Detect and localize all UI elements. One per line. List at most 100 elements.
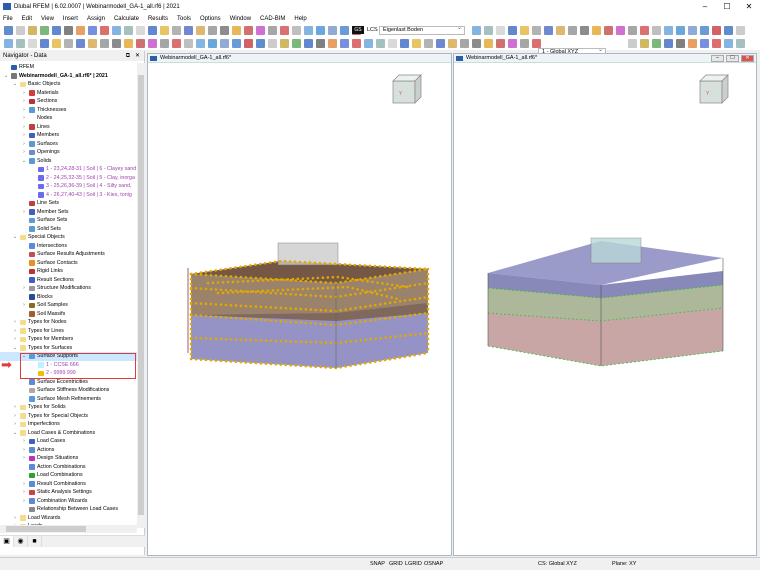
toolbar-button-icon[interactable]: [580, 26, 589, 35]
chevron-right-icon[interactable]: ›: [12, 403, 18, 412]
tree-item[interactable]: Line Sets: [0, 199, 137, 208]
toolbar-button-icon[interactable]: [76, 26, 85, 35]
menu-calculate[interactable]: Calculate: [114, 16, 139, 22]
chevron-right-icon[interactable]: ›: [21, 454, 27, 463]
chevron-down-icon[interactable]: ⌄: [12, 429, 18, 438]
toolbar-button-icon[interactable]: [64, 26, 73, 35]
toolbar-button-icon[interactable]: [712, 26, 721, 35]
menu-tools[interactable]: Tools: [177, 16, 191, 22]
chevron-right-icon[interactable]: ›: [12, 318, 18, 327]
toolbar-button-icon[interactable]: [676, 39, 685, 48]
toolbar-button-icon[interactable]: [124, 39, 133, 48]
tree-item[interactable]: Surface Sets: [0, 216, 137, 225]
toolbar-button-icon[interactable]: [652, 26, 661, 35]
toolbar-button-icon[interactable]: [532, 26, 541, 35]
toolbar-button-icon[interactable]: [340, 26, 349, 35]
toolbar-button-icon[interactable]: [544, 26, 553, 35]
display-tab-icon[interactable]: ◉: [14, 536, 28, 547]
toolbar-button-icon[interactable]: [520, 39, 529, 48]
toolbar-button-icon[interactable]: [616, 26, 625, 35]
tree-item[interactable]: Rigid Links: [0, 267, 137, 276]
toolbar-button-icon[interactable]: [736, 26, 745, 35]
chevron-down-icon[interactable]: ⌄: [12, 344, 18, 353]
toolbar-button-icon[interactable]: [148, 26, 157, 35]
tree-item[interactable]: ⌄ Special Objects: [0, 233, 137, 242]
chevron-right-icon[interactable]: ›: [21, 131, 27, 140]
grid-toggle[interactable]: GRID: [389, 561, 403, 567]
tree-item[interactable]: › Types for Lines: [0, 327, 137, 336]
tree-item[interactable]: Blocks: [0, 293, 137, 302]
tree-item[interactable]: ⌄ Solids: [0, 157, 137, 166]
close-view-button[interactable]: ✕: [741, 55, 754, 62]
toolbar-button-icon[interactable]: [496, 26, 505, 35]
toolbar-button-icon[interactable]: [400, 39, 409, 48]
chevron-right-icon[interactable]: ›: [21, 446, 27, 455]
toolbar-button-icon[interactable]: [88, 39, 97, 48]
chevron-right-icon[interactable]: ›: [12, 335, 18, 344]
gs-button[interactable]: GS: [352, 26, 364, 34]
views-tab-icon[interactable]: ■: [28, 536, 42, 547]
tree-item[interactable]: › Sections: [0, 97, 137, 106]
tree-item[interactable]: › Actions: [0, 446, 137, 455]
tree-item[interactable]: 3 - 25,26,36-39 | Soil | 4 - Silty sand,: [0, 182, 137, 191]
toolbar-button-icon[interactable]: [700, 26, 709, 35]
data-tab-icon[interactable]: ▣: [0, 536, 14, 547]
snap-toggle[interactable]: SNAP: [370, 561, 385, 567]
tree-item[interactable]: › Surfaces: [0, 140, 137, 149]
menu-edit[interactable]: Edit: [22, 16, 32, 22]
toolbar-button-icon[interactable]: [268, 26, 277, 35]
tree-item[interactable]: › Members: [0, 131, 137, 140]
toolbar-button-icon[interactable]: [484, 26, 493, 35]
toolbar-button-icon[interactable]: [496, 39, 505, 48]
tree-item[interactable]: RFEM: [0, 63, 137, 72]
tree-item[interactable]: › Load Cases: [0, 437, 137, 446]
toolbar-button-icon[interactable]: [172, 39, 181, 48]
toolbar-button-icon[interactable]: [316, 26, 325, 35]
toolbar-button-icon[interactable]: [460, 39, 469, 48]
chevron-right-icon[interactable]: ›: [21, 284, 27, 293]
view-cube-icon[interactable]: Y: [392, 74, 422, 104]
toolbar-button-icon[interactable]: [520, 26, 529, 35]
toolbar-button-icon[interactable]: [184, 39, 193, 48]
toolbar-button-icon[interactable]: [328, 26, 337, 35]
tree-item[interactable]: 2 - 24,25,32-35 | Soil | 5 - Clay, inorg…: [0, 174, 137, 183]
menu-window[interactable]: Window: [230, 16, 251, 22]
tree-item[interactable]: Load Combinations: [0, 471, 137, 480]
toolbar-button-icon[interactable]: [244, 39, 253, 48]
toolbar-button-icon[interactable]: [352, 39, 361, 48]
toolbar-button-icon[interactable]: [316, 39, 325, 48]
toolbar-button-icon[interactable]: [688, 39, 697, 48]
menu-options[interactable]: Options: [200, 16, 221, 22]
menu-help[interactable]: Help: [294, 16, 306, 22]
minimize-view-button[interactable]: –: [711, 55, 724, 62]
toolbar-button-icon[interactable]: [112, 26, 121, 35]
toolbar-button-icon[interactable]: [448, 39, 457, 48]
toolbar-button-icon[interactable]: [4, 26, 13, 35]
chevron-right-icon[interactable]: ›: [21, 488, 27, 497]
tree-item[interactable]: › Types for Special Objects: [0, 412, 137, 421]
tree-item[interactable]: › Nodes: [0, 114, 137, 123]
toolbar-button-icon[interactable]: [592, 26, 601, 35]
toolbar-button-icon[interactable]: [232, 39, 241, 48]
toolbar-button-icon[interactable]: [388, 39, 397, 48]
menu-cad-bim[interactable]: CAD-BIM: [260, 16, 285, 22]
tree-item[interactable]: Soil Massifs: [0, 310, 137, 319]
toolbar-button-icon[interactable]: [604, 26, 613, 35]
toolbar-button-icon[interactable]: [124, 26, 133, 35]
tree-item[interactable]: Surface Results Adjustments: [0, 250, 137, 259]
toolbar-button-icon[interactable]: [256, 26, 265, 35]
model-3d-right[interactable]: Y: [454, 63, 756, 555]
toolbar-button-icon[interactable]: [244, 26, 253, 35]
toolbar-button-icon[interactable]: [736, 39, 745, 48]
tree-item[interactable]: › Member Sets: [0, 208, 137, 217]
toolbar-button-icon[interactable]: [100, 39, 109, 48]
toolbar-button-icon[interactable]: [340, 39, 349, 48]
toolbar-button-icon[interactable]: [4, 39, 13, 48]
chevron-right-icon[interactable]: ›: [21, 140, 27, 149]
toolbar-button-icon[interactable]: [100, 26, 109, 35]
toolbar-button-icon[interactable]: [568, 26, 577, 35]
menu-view[interactable]: View: [41, 16, 54, 22]
tree-item[interactable]: Solid Sets: [0, 225, 137, 234]
toolbar-button-icon[interactable]: [196, 39, 205, 48]
tree-item[interactable]: › Combination Wizards: [0, 497, 137, 506]
